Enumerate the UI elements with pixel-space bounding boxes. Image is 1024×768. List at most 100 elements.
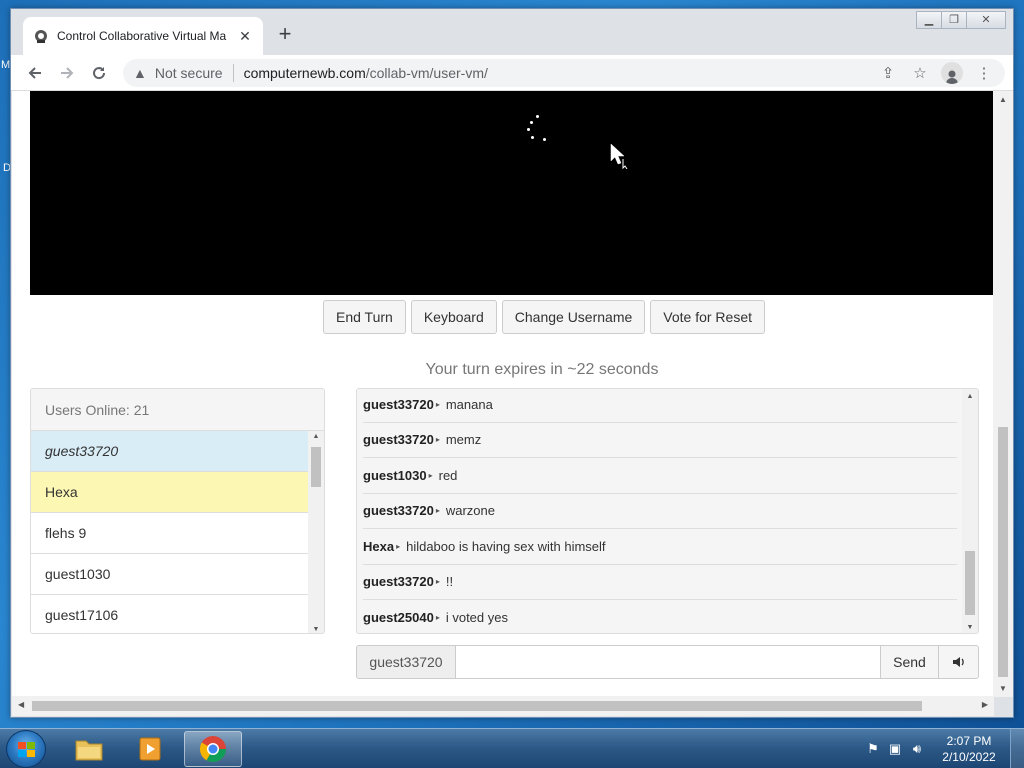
keyboard-button[interactable]: Keyboard [410,300,497,334]
user-list-scrollbar[interactable]: ▲ ▼ [308,431,324,633]
browser-toolbar: ▲ Not secure computernewb.com/collab-vm/… [11,55,1013,91]
taskbar-explorer[interactable] [60,731,118,767]
chat-text: hildaboo is having sex with himself [406,538,606,554]
browser-tab[interactable]: Control Collaborative Virtual Ma ✕ [23,17,263,55]
chat-scrollbar[interactable]: ▲ ▼ [962,389,978,633]
chat-username[interactable]: guest33720 [363,574,434,589]
security-label: Not secure [154,65,223,81]
volume-button[interactable] [939,645,979,679]
profile-avatar-icon[interactable] [941,62,963,84]
start-button[interactable] [6,730,46,768]
taskbar-chrome[interactable] [184,731,242,767]
vote-reset-button[interactable]: Vote for Reset [650,300,765,334]
user-list-item[interactable]: Hexa [31,472,309,513]
chat-username[interactable]: guest1030 [363,468,427,483]
show-desktop-button[interactable] [1010,729,1024,768]
maximize-button[interactable]: ❐ [941,11,967,29]
back-arrow-icon [28,66,41,79]
reload-button[interactable] [83,59,115,87]
browser-window: Control Collaborative Virtual Ma ✕ + ▁ ❐… [10,8,1014,718]
chat-input-row: guest33720 Send [356,645,979,679]
url-host: computernewb.com [243,65,366,81]
scroll-up-arrow-icon[interactable]: ▲ [993,95,1013,104]
speaker-icon [952,657,964,667]
chat-arrow-icon: ▸ [428,470,433,480]
scrollbar-thumb[interactable] [32,701,922,711]
chat-arrow-icon: ▸ [435,613,440,623]
page-horizontal-scrollbar[interactable]: ◀ ▶ [12,696,994,716]
user-list-item[interactable]: guest17106 [31,595,309,633]
reload-icon [93,66,106,79]
windows-logo-icon [17,741,35,757]
chat-text: !! [445,574,454,590]
scroll-down-arrow-icon[interactable]: ▼ [308,626,324,633]
new-tab-button[interactable]: + [273,23,297,47]
forward-button[interactable] [51,59,83,87]
turn-status-text: Your turn expires in ~22 seconds [425,361,659,378]
chat-nickname-label: guest33720 [356,645,456,679]
mouse-pointer-icon [610,143,628,169]
change-username-button[interactable]: Change Username [501,300,646,334]
chat-username[interactable]: guest33720 [363,432,434,447]
media-player-icon [139,737,161,761]
chat-message: guest33720 ▸ warzone [363,494,957,529]
desktop-icon-label-fragment: M [1,59,11,71]
scroll-down-arrow-icon[interactable]: ▼ [993,684,1013,693]
action-center-flag-icon[interactable]: ⚑ [862,741,884,757]
tab-close-icon[interactable]: ✕ [237,28,253,45]
volume-icon[interactable]: 🔊︎ [906,741,928,757]
vm-control-buttons: End Turn Keyboard Change Username Vote f… [323,300,765,334]
chat-message: guest33720 ▸ manana [363,389,957,423]
page-vertical-scrollbar[interactable]: ▲ ▼ [993,91,1013,697]
user-list-item[interactable]: guest33720 [31,431,309,472]
user-list-item[interactable]: guest1030 [31,554,309,595]
chat-arrow-icon: ▸ [435,435,440,445]
minimize-button[interactable]: ▁ [916,11,942,29]
clock-time: 2:07 PM [946,734,992,748]
scroll-up-arrow-icon[interactable]: ▲ [962,393,978,400]
chat-message: guest33720 ▸ memz [363,423,957,458]
address-bar[interactable]: ▲ Not secure computernewb.com/collab-vm/… [123,59,1005,87]
chat-text: manana [445,396,493,412]
chat-message-input[interactable] [456,645,881,679]
end-turn-button[interactable]: End Turn [323,300,406,334]
send-button[interactable]: Send [881,645,939,679]
users-online-header: Users Online: 21 [31,389,324,431]
scroll-left-arrow-icon[interactable]: ◀ [18,700,24,709]
window-controls: ▁ ❐ ✕ [916,11,1006,29]
url-text[interactable]: computernewb.com/collab-vm/user-vm/ [244,65,877,81]
user-list-item[interactable]: flehs 9 [31,513,309,554]
scroll-up-arrow-icon[interactable]: ▲ [308,433,324,440]
scroll-right-arrow-icon[interactable]: ▶ [982,700,988,709]
scrollbar-thumb[interactable] [311,447,321,487]
scrollbar-thumb[interactable] [998,427,1008,677]
chat-username[interactable]: guest33720 [363,397,434,412]
chrome-icon [199,736,227,763]
scrollbar-thumb[interactable] [965,551,975,615]
chat-username[interactable]: guest33720 [363,503,434,518]
chat-username[interactable]: guest25040 [363,610,434,625]
loading-spinner-icon [526,115,552,143]
clock-date: 2/10/2022 [942,750,996,764]
chat-arrow-icon: ▸ [396,541,401,551]
tab-title: Control Collaborative Virtual Ma [57,29,227,43]
scroll-down-arrow-icon[interactable]: ▼ [962,624,978,631]
chat-text: warzone [445,503,495,519]
system-clock[interactable]: 2:07 PM 2/10/2022 [928,733,1010,765]
back-button[interactable] [19,59,51,87]
share-icon[interactable]: ⇪ [877,64,899,82]
chat-username[interactable]: Hexa [363,539,394,554]
computernewb-favicon-icon [33,28,49,44]
not-secure-warning-icon: ▲ [133,65,147,81]
chat-message: guest25040 ▸ i voted yes [363,600,957,633]
tab-strip: Control Collaborative Virtual Ma ✕ + ▁ ❐… [11,9,1013,55]
browser-menu-icon[interactable]: ⋮ [973,64,995,82]
chat-arrow-icon: ▸ [435,577,440,587]
network-icon[interactable]: ▣ [884,741,906,757]
vm-display-canvas[interactable] [30,91,994,295]
bookmark-star-icon[interactable]: ☆ [909,64,931,82]
url-path: /collab-vm/user-vm/ [365,65,488,81]
taskbar-media-player[interactable] [122,731,180,767]
window-close-button[interactable]: ✕ [966,11,1006,29]
chat-message: guest33720 ▸!! [363,565,957,600]
